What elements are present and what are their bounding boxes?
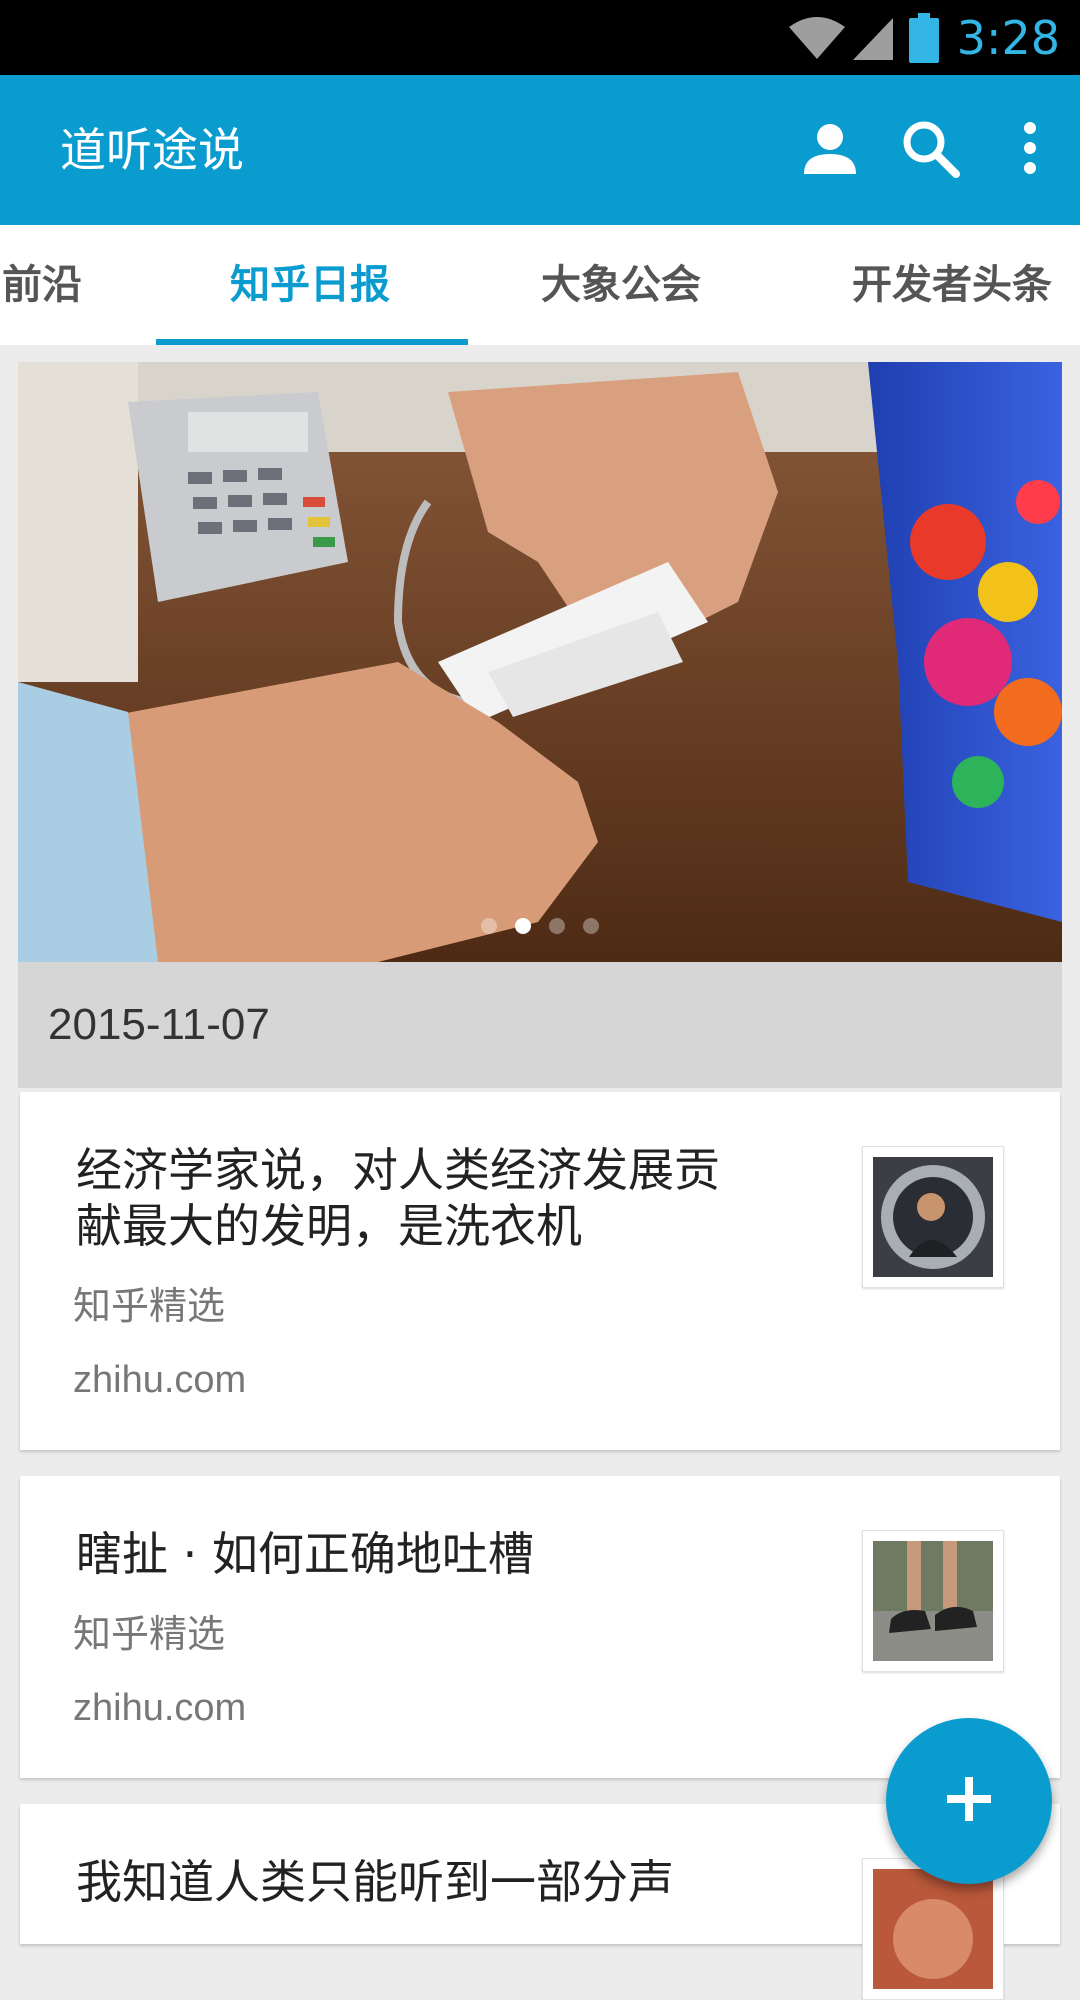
account-button[interactable] <box>780 75 880 225</box>
add-fab-button[interactable] <box>886 1718 1052 1884</box>
search-icon <box>900 118 960 182</box>
status-bar: 3:28 <box>0 0 1080 75</box>
story-title: 经济学家说，对人类经济发展贡献最大的发明，是洗衣机 <box>76 1143 720 1253</box>
story-thumbnail <box>862 1146 1004 1288</box>
tab-frontier[interactable]: 前沿 <box>2 225 82 345</box>
status-time: 3:28 <box>956 10 1060 65</box>
carousel-dot[interactable] <box>549 918 565 934</box>
carousel-dot[interactable] <box>481 918 497 934</box>
carousel-dot[interactable] <box>583 918 599 934</box>
battery-icon <box>908 12 939 63</box>
story-title: 瞎扯 · 如何正确地吐槽 <box>76 1527 534 1581</box>
tab-developer-headlines[interactable]: 开发者头条 <box>852 225 1052 345</box>
banner-carousel[interactable] <box>18 362 1062 962</box>
overflow-menu-button[interactable] <box>980 75 1080 225</box>
story-domain: zhihu.com <box>73 1359 247 1401</box>
tab-indicator <box>156 339 468 345</box>
more-vert-icon <box>1022 122 1038 178</box>
story-domain: zhihu.com <box>73 1687 247 1729</box>
tab-elephant-guild[interactable]: 大象公会 <box>541 225 701 345</box>
story-source: 知乎精选 <box>73 1612 226 1656</box>
app-bar: 道听途说 <box>0 75 1080 225</box>
search-button[interactable] <box>880 75 980 225</box>
banner-image <box>18 362 1062 962</box>
story-thumbnail <box>862 1530 1004 1672</box>
carousel-indicator <box>18 918 1062 934</box>
wifi-icon <box>787 13 847 63</box>
story-card[interactable]: 经济学家说，对人类经济发展贡献最大的发明，是洗衣机 知乎精选 zhihu.com <box>20 1092 1060 1450</box>
story-card[interactable]: 瞎扯 · 如何正确地吐槽 知乎精选 zhihu.com <box>20 1476 1060 1778</box>
tab-zhihu-daily[interactable]: 知乎日报 <box>230 225 390 345</box>
date-header: 2015-11-07 <box>18 962 1062 1088</box>
carousel-dot-active[interactable] <box>515 918 531 934</box>
account-icon <box>802 120 858 180</box>
story-title: 我知道人类只能听到一部分声 <box>76 1855 674 1909</box>
add-icon <box>945 1775 993 1827</box>
story-source: 知乎精选 <box>73 1284 226 1328</box>
app-title: 道听途说 <box>60 123 244 177</box>
cell-signal-icon <box>851 14 895 62</box>
tab-bar: 前沿 知乎日报 大象公会 开发者头条 <box>0 225 1080 345</box>
